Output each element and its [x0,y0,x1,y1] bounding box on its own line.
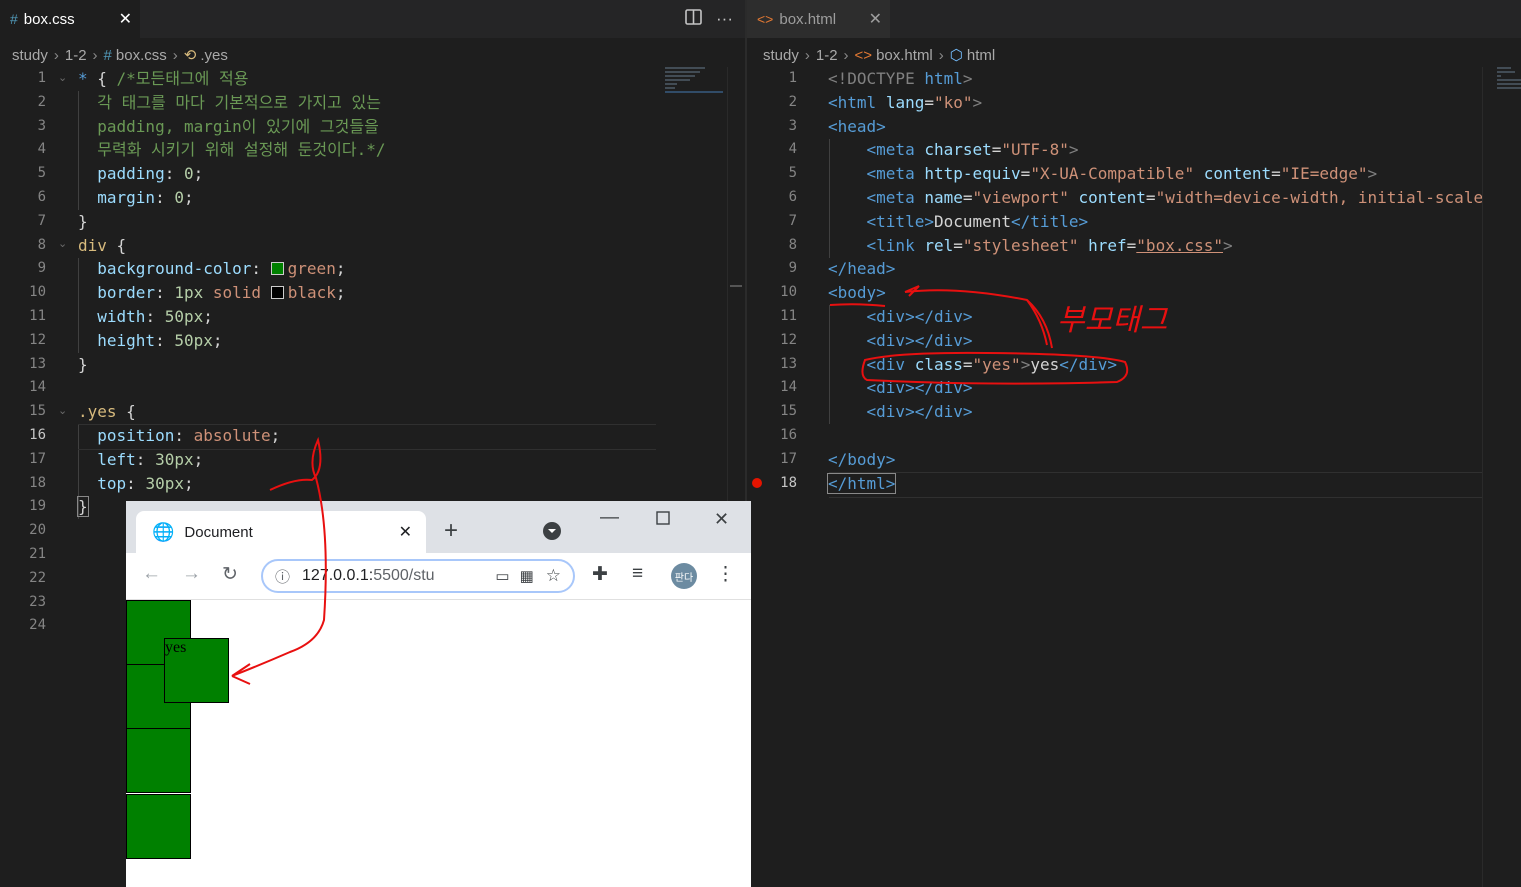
handwritten-arrow [231,436,327,685]
html-editor-pane: <> box.html ✕ study › 1-2 › <> box.html › ⬡ h… [747,0,1521,887]
annotation-label: 부모태그 [1057,303,1169,338]
handwritten-annotation: 부모태그 [829,285,1169,385]
